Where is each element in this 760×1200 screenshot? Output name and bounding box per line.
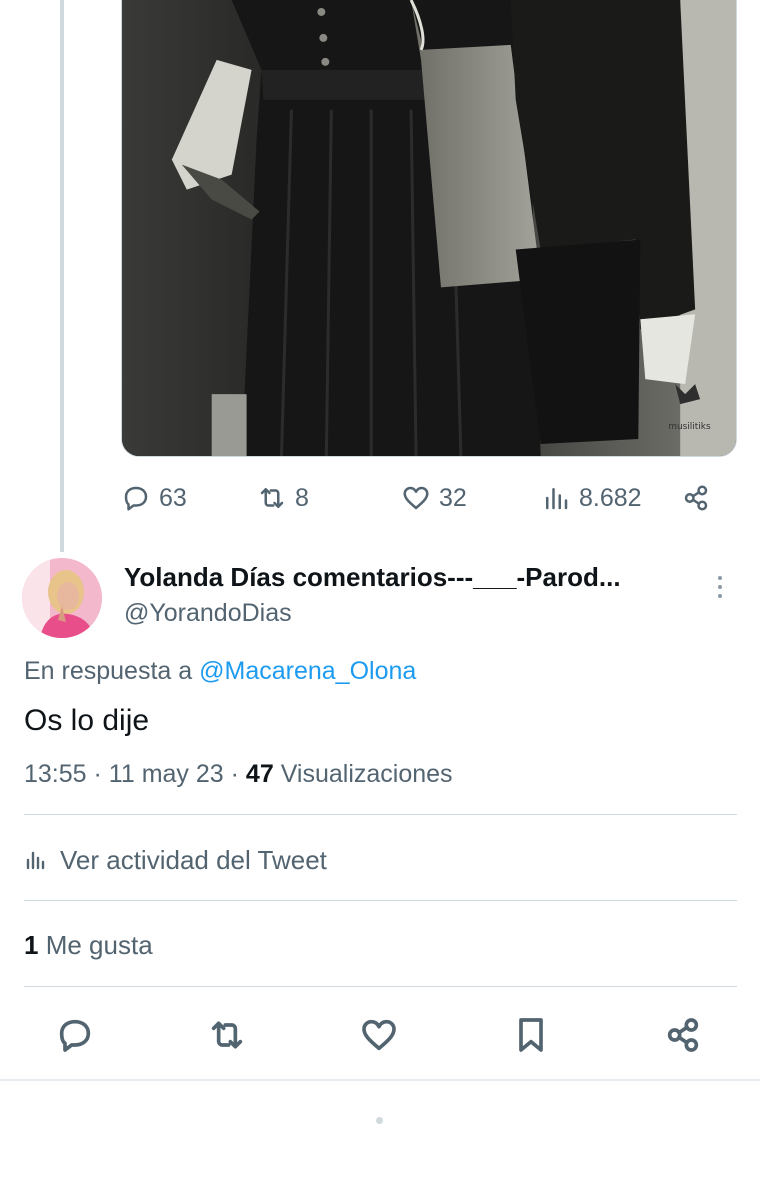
- views-count: 47: [245, 760, 274, 788]
- share-button[interactable]: [681, 476, 711, 520]
- like-button[interactable]: 32: [401, 476, 467, 520]
- author-handle[interactable]: @YorandoDias: [124, 599, 292, 628]
- divider: [24, 986, 737, 987]
- avatar[interactable]: [22, 558, 102, 638]
- thread-line: [60, 0, 64, 552]
- reply-icon: [59, 1019, 91, 1052]
- retweet-button[interactable]: [207, 1015, 247, 1055]
- view-count: 8.682: [579, 483, 642, 512]
- loading-indicator: [376, 1117, 383, 1124]
- reply-mention-link[interactable]: @Macarena_Olona: [199, 657, 416, 685]
- analytics-icon: [26, 851, 45, 870]
- views-label: Visualizaciones: [280, 760, 453, 788]
- parent-tweet-actions: 63 8 32 8.682: [121, 476, 721, 520]
- likes-summary[interactable]: 1 Me gusta: [24, 930, 153, 961]
- retweet-icon: [211, 1021, 243, 1049]
- bookmark-button[interactable]: [511, 1015, 551, 1055]
- reply-tweet-header: Yolanda Días comentarios---___-Parod... …: [22, 558, 742, 638]
- tweet-date[interactable]: 11 may 23: [109, 760, 224, 788]
- like-icon: [403, 486, 429, 510]
- section-border: [0, 1079, 760, 1081]
- reply-button[interactable]: [55, 1015, 95, 1055]
- divider: [24, 900, 737, 901]
- retweet-button[interactable]: 8: [257, 476, 309, 520]
- likes-count: 1: [24, 930, 39, 960]
- activity-label: Ver actividad del Tweet: [60, 844, 327, 875]
- bookmark-icon: [519, 1018, 543, 1052]
- like-button[interactable]: [359, 1015, 399, 1055]
- share-button[interactable]: [663, 1015, 703, 1055]
- like-icon: [362, 1019, 396, 1051]
- in-reply-to: En respuesta a @Macarena_Olona: [24, 657, 416, 686]
- tweet-text: Os lo dije: [24, 704, 150, 737]
- reply-button[interactable]: 63: [121, 476, 187, 520]
- tweet-activity-link[interactable]: Ver actividad del Tweet: [24, 843, 327, 877]
- divider: [24, 814, 737, 815]
- more-options-icon[interactable]: [714, 576, 726, 606]
- tweet-media-photo[interactable]: musilitiks: [121, 0, 737, 457]
- reply-icon: [124, 486, 148, 511]
- in-reply-prefix: En respuesta a: [24, 657, 193, 685]
- views-icon: [546, 488, 568, 510]
- watermark-text: musilitiks: [668, 422, 711, 432]
- share-icon: [667, 1018, 699, 1052]
- tweet-time[interactable]: 13:55: [24, 760, 87, 788]
- share-icon: [684, 485, 708, 511]
- reply-tweet-actions: [0, 1010, 760, 1060]
- retweet-icon: [260, 488, 284, 508]
- like-count: 32: [439, 483, 467, 512]
- retweet-count: 8: [295, 483, 309, 512]
- tweet-meta: 13:55 · 11 may 23 · 47 Visualizaciones: [24, 760, 453, 788]
- views-button[interactable]: 8.682: [541, 476, 642, 520]
- avatar-image: [22, 558, 102, 638]
- author-display-name[interactable]: Yolanda Días comentarios---___-Parod...: [124, 562, 621, 593]
- photo-image: musilitiks: [122, 0, 736, 456]
- likes-label: Me gusta: [45, 930, 153, 960]
- reply-count: 63: [159, 483, 187, 512]
